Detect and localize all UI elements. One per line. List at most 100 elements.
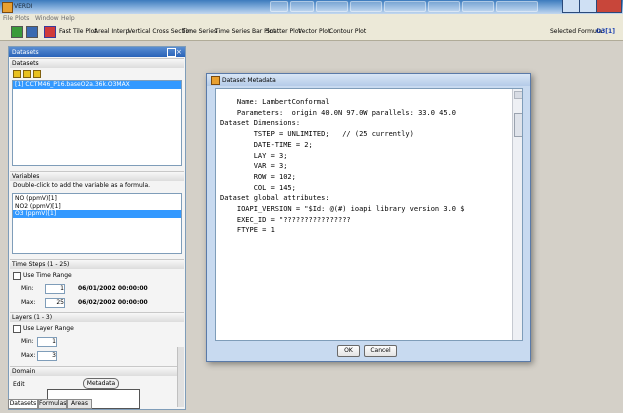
time-min-label: Min:	[21, 285, 34, 292]
scrollbar-thumb[interactable]	[514, 113, 522, 137]
panel-close-icon[interactable]: ×	[176, 48, 182, 56]
tab-formulas[interactable]: Formulas	[38, 399, 67, 409]
close-button[interactable]	[596, 0, 622, 13]
metadata-line: Name: LambertConformal	[220, 98, 330, 106]
layer-min-label: Min:	[21, 338, 34, 345]
datasets-section-header: Datasets	[10, 58, 184, 68]
tab-areas[interactable]: Areas	[67, 399, 92, 409]
variables-hint: Double-click to add the variable as a fo…	[13, 182, 151, 189]
metadata-text: Name: LambertConformal Parameters: origi…	[220, 97, 464, 236]
metadata-button[interactable]: Metadata	[83, 378, 119, 389]
timesteps-section-header: Time Steps (1 - 25)	[10, 259, 184, 269]
layers-section-label: Layers (1 - 3)	[12, 314, 53, 321]
metadata-line: VAR = 3;	[220, 162, 288, 171]
background-taskbar-item	[384, 1, 426, 12]
add-dataset-icon[interactable]	[13, 70, 21, 78]
use-layer-range-label: Use Layer Range	[23, 325, 74, 332]
metadata-line: LAY = 3;	[220, 151, 288, 160]
dataset-name: [1] CCTM46_P16.baseO2a.36k.O3MAX	[15, 81, 130, 88]
window-titlebar: VERDI	[0, 0, 623, 14]
contour-plot-button[interactable]: Contour Plot	[329, 28, 366, 35]
metadata-line: Dataset global attributes:	[220, 194, 330, 203]
time-min-spinner[interactable]: 1	[45, 284, 65, 294]
areal-interp-button[interactable]: Areal Interp	[94, 28, 129, 35]
variables-section-label: Variables	[12, 173, 40, 180]
dialog-title: Dataset Metadata	[222, 77, 276, 84]
time-max-value: 25	[56, 299, 64, 306]
domain-edit-label: Edit	[13, 381, 25, 388]
list-item[interactable]: NO2 (ppmV)[1]	[15, 203, 61, 210]
add-remote-dataset-icon[interactable]	[33, 70, 41, 78]
background-taskbar-item	[428, 1, 460, 12]
panel-header: Datasets ×	[9, 47, 185, 57]
time-max-date: 06/02/2002 00:00:00	[78, 299, 148, 306]
panel-title: Datasets	[12, 49, 39, 56]
time-max-label: Max:	[21, 299, 36, 306]
datasets-list[interactable]: [1] CCTM46_P16.baseO2a.36k.O3MAX	[12, 80, 182, 166]
layer-min-spinner[interactable]: 1	[37, 337, 57, 347]
fast-tile-plot-button[interactable]: Fast Tile Plot	[59, 28, 97, 35]
selected-formula-value: O3[1]	[596, 28, 615, 35]
metadata-line: TSTEP = UNLIMITED; // (25 currently)	[220, 130, 414, 139]
metadata-line: IOAPI_VERSION = "$Id: @(#) ioapi library…	[220, 205, 465, 214]
background-taskbar-item	[290, 1, 314, 12]
menu-window[interactable]: Window	[35, 15, 59, 22]
timesteps-section-label: Time Steps (1 - 25)	[12, 261, 70, 268]
variables-section-header: Variables	[10, 171, 184, 181]
open-dataset-icon[interactable]	[11, 26, 23, 38]
metadata-text-area[interactable]: Name: LambertConformal Parameters: origi…	[215, 88, 523, 341]
layer-max-spinner[interactable]: 3	[37, 351, 57, 361]
time-min-value: 1	[60, 285, 64, 292]
metadata-line: COL = 145;	[220, 183, 296, 192]
minimize-button[interactable]	[562, 0, 580, 13]
remove-dataset-icon[interactable]	[23, 70, 31, 78]
domain-section-header: Domain	[10, 366, 184, 376]
metadata-line: FTYPE = 1	[220, 226, 275, 235]
time-min-date: 06/01/2002 00:00:00	[78, 285, 148, 292]
menu-plots[interactable]: Plots	[15, 15, 29, 22]
list-item[interactable]: O3 (ppmV)[1]	[13, 210, 181, 218]
fast-tile-plot-icon[interactable]	[44, 26, 56, 38]
scroll-up-icon[interactable]	[514, 91, 522, 99]
save-icon[interactable]	[26, 26, 38, 38]
tab-datasets[interactable]: Datasets	[8, 399, 38, 409]
panel-scrollbar[interactable]	[177, 347, 184, 407]
panel-restore-icon[interactable]	[167, 48, 176, 57]
use-layer-range-checkbox[interactable]	[13, 325, 21, 333]
vertical-scrollbar[interactable]	[512, 89, 522, 340]
variable-name: O3 (ppmV)[1]	[15, 210, 57, 217]
use-time-range-checkbox[interactable]	[13, 272, 21, 280]
background-taskbar-item	[270, 1, 288, 12]
maximize-button[interactable]	[579, 0, 597, 13]
metadata-line: EXEC_ID = "????????????????	[220, 215, 351, 224]
time-series-button[interactable]: Time Series	[182, 28, 217, 35]
scatter-plot-button[interactable]: Scatter Plot	[266, 28, 301, 35]
list-item[interactable]: NO (ppmV)[1]	[15, 195, 57, 202]
metadata-line: DATE-TIME = 2;	[220, 140, 313, 149]
layer-max-value: 3	[52, 352, 56, 359]
dataset-metadata-dialog: Dataset Metadata Name: LambertConformal …	[206, 73, 531, 362]
dialog-icon	[211, 76, 220, 85]
menu-help[interactable]: Help	[61, 15, 75, 22]
list-item[interactable]: [1] CCTM46_P16.baseO2a.36k.O3MAX	[13, 81, 181, 89]
ok-button[interactable]: OK	[337, 345, 360, 357]
background-taskbar-item	[316, 1, 348, 12]
layer-min-value: 1	[52, 338, 56, 345]
background-taskbar-item	[462, 1, 494, 12]
layer-max-label: Max:	[21, 352, 36, 359]
app-icon	[2, 2, 13, 13]
time-max-spinner[interactable]: 25	[45, 298, 65, 308]
datasets-section-label: Datasets	[12, 60, 39, 67]
toolbar: Fast Tile Plot Areal Interp Vertical Cro…	[0, 23, 623, 41]
variables-list[interactable]: NO (ppmV)[1] NO2 (ppmV)[1] O3 (ppmV)[1]	[12, 193, 182, 254]
use-time-range-label: Use Time Range	[23, 272, 72, 279]
app-title: VERDI	[14, 3, 33, 10]
vector-plot-button[interactable]: Vector Plot	[298, 28, 330, 35]
dialog-titlebar: Dataset Metadata	[207, 74, 530, 86]
menu-file[interactable]: File	[3, 15, 13, 22]
metadata-line: ROW = 102;	[220, 172, 296, 181]
layers-section-header: Layers (1 - 3)	[10, 312, 184, 322]
cancel-button[interactable]: Cancel	[364, 345, 397, 357]
background-taskbar-item	[496, 1, 538, 12]
left-panel-tabs: Datasets Formulas Areas	[8, 399, 184, 409]
